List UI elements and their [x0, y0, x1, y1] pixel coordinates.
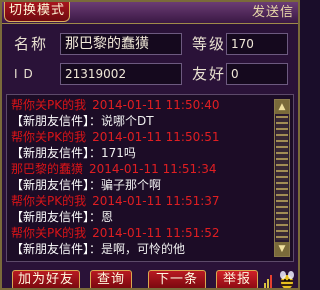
- message-body: 【新朋友信件】：骗子那个啊: [11, 177, 269, 193]
- title-bar: 切换模式 发送信: [2, 2, 298, 24]
- message-timestamp: 2014-01-11 11:51:34: [89, 162, 217, 176]
- add-friend-button[interactable]: 加为好友: [12, 270, 80, 288]
- send-mail-label: 发送信: [251, 5, 294, 20]
- message-log-frame: 帮你关PK的我 2014-01-11 11:50:40 【新朋友信件】：说哪个DT 帮…: [6, 94, 294, 262]
- message-source-tag: 【新朋友信件】: [11, 178, 90, 192]
- switch-mode-tab[interactable]: 切换模式: [4, 2, 70, 22]
- level-label: 等级: [192, 35, 227, 53]
- name-label: 名称: [14, 35, 49, 53]
- scroll-up-arrow-icon[interactable]: ▲: [275, 100, 289, 114]
- message-text: ：171吗: [89, 146, 136, 160]
- friendship-label: 友好: [192, 65, 227, 83]
- message-text: ：说哪个DT: [89, 114, 154, 128]
- mail-window: 切换模式 发送信 名称 那巴黎的蠢獚 等级 170 ID 21319002 友好…: [0, 0, 300, 290]
- message-body: 【新朋友信件】：说哪个DT: [11, 113, 269, 129]
- message-header: 帮你关PK的我 2014-01-11 11:50:40: [11, 97, 269, 113]
- message-sender[interactable]: 帮你关PK的我: [11, 130, 86, 144]
- message-header: 那巴黎的蠢獚 2014-01-11 11:51:34: [11, 161, 269, 177]
- message-body: 【新朋友信件】：171吗: [11, 145, 269, 161]
- message-timestamp: 2014-01-11 11:50:40: [92, 98, 220, 112]
- message-text: ：恩: [89, 210, 114, 224]
- message-sender[interactable]: 帮你关PK的我: [11, 194, 86, 208]
- message-header: 帮你关PK的我 2014-01-11 11:51:37: [11, 193, 269, 209]
- message-text: ：骗子那个啊: [89, 178, 162, 192]
- id-field: 21319002: [60, 63, 182, 85]
- friendship-field: 0: [226, 63, 288, 85]
- message-body: 【新朋友信件】：是啊，可怜的他: [11, 241, 269, 257]
- message-log: 帮你关PK的我 2014-01-11 11:50:40 【新朋友信件】：说哪个DT 帮…: [11, 97, 269, 259]
- report-button[interactable]: 举报: [216, 270, 258, 288]
- query-button[interactable]: 查询: [90, 270, 132, 288]
- next-message-button[interactable]: 下一条: [148, 270, 206, 288]
- message-body: 【新朋友信件】：恩: [11, 209, 269, 225]
- id-label: ID: [14, 67, 39, 81]
- message-header: 帮你关PK的我 2014-01-11 11:51:52: [11, 225, 269, 241]
- message-header: 帮你关PK的我 2014-01-11 11:50:51: [11, 129, 269, 145]
- message-timestamp: 2014-01-11 11:50:51: [92, 130, 220, 144]
- bee-mascot-icon[interactable]: [278, 270, 296, 288]
- message-sender[interactable]: 帮你关PK的我: [11, 98, 86, 112]
- message-sender[interactable]: 帮你关PK的我: [11, 226, 86, 240]
- scroll-track[interactable]: [276, 116, 288, 240]
- scroll-down-arrow-icon[interactable]: ▼: [275, 242, 289, 256]
- message-sender[interactable]: 那巴黎的蠢獚: [11, 162, 83, 176]
- message-source-tag: 【新朋友信件】: [11, 146, 90, 160]
- signal-bars-icon: [264, 272, 274, 288]
- message-timestamp: 2014-01-11 11:51:37: [92, 194, 220, 208]
- level-field: 170: [226, 33, 288, 55]
- message-source-tag: 【新朋友信件】: [11, 242, 90, 256]
- message-text: ：是啊，可怜的他: [89, 242, 186, 256]
- player-info-panel: 名称 那巴黎的蠢獚 等级 170 ID 21319002 友好 0: [6, 28, 294, 90]
- name-field: 那巴黎的蠢獚: [60, 33, 182, 55]
- action-bar: 加为好友 查询 下一条 举报: [2, 270, 298, 288]
- message-source-tag: 【新朋友信件】: [11, 210, 90, 224]
- message-source-tag: 【新朋友信件】: [11, 114, 90, 128]
- message-timestamp: 2014-01-11 11:51:52: [92, 226, 220, 240]
- message-log-scrollbar[interactable]: ▲ ▼: [274, 99, 290, 257]
